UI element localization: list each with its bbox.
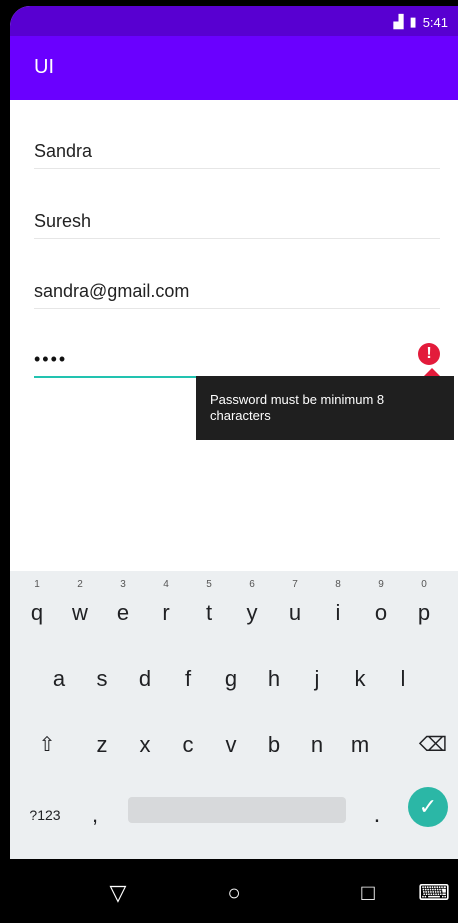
keyboard-switch-icon[interactable]: ⌨ <box>414 873 454 913</box>
key-b[interactable]: b <box>255 721 293 769</box>
tooltip-arrow <box>424 368 440 376</box>
battery-icon: ▮ <box>409 14 417 29</box>
status-bar: ▟ ▮ 5:41 <box>10 6 458 36</box>
email-value: sandra@gmail.com <box>34 281 190 301</box>
back-icon[interactable]: ▽ <box>98 873 138 913</box>
period-key[interactable]: . <box>362 791 392 839</box>
key-h[interactable]: h <box>255 655 293 703</box>
key-z[interactable]: z <box>83 721 121 769</box>
check-icon[interactable]: ✓ <box>408 787 448 827</box>
key-m[interactable]: m <box>341 721 379 769</box>
space-bar[interactable] <box>128 797 346 823</box>
first-name-value: Sandra <box>34 141 93 161</box>
key-x[interactable]: x <box>126 721 164 769</box>
key-n[interactable]: n <box>298 721 336 769</box>
key-g[interactable]: g <box>212 655 250 703</box>
status-time: 5:41 <box>422 14 448 30</box>
keyboard-row-3: ⇧ z x c v b n m ⌫ <box>10 721 458 775</box>
key-d[interactable]: d <box>126 655 164 703</box>
key-c[interactable]: c <box>169 721 207 769</box>
key-p[interactable]: 0p <box>405 579 443 637</box>
navigation-bar: ▽ ○ □ ⌨ <box>10 859 458 923</box>
password-value: •••• <box>34 349 68 369</box>
keyboard-row-1: 1q 2w 3e 4r 5t 6y 7u 8i 9o 0p <box>10 579 458 643</box>
app-title: UI <box>34 56 54 78</box>
first-name-field[interactable]: Sandra <box>34 128 440 169</box>
key-s[interactable]: s <box>83 655 121 703</box>
key-k[interactable]: k <box>341 655 379 703</box>
key-e[interactable]: 3e <box>104 579 142 637</box>
comma-key[interactable]: , <box>80 791 110 839</box>
email-field[interactable]: sandra@gmail.com <box>34 268 440 309</box>
keyboard-row-4: ?123 , . ✓ <box>10 787 458 845</box>
key-r[interactable]: 4r <box>147 579 185 637</box>
signal-icon: ▟ <box>393 14 404 29</box>
home-icon[interactable]: ○ <box>214 873 254 913</box>
last-name-field[interactable]: Suresh <box>34 198 440 239</box>
key-w[interactable]: 2w <box>61 579 99 637</box>
key-t[interactable]: 5t <box>190 579 228 637</box>
key-u[interactable]: 7u <box>276 579 314 637</box>
device-screen: ▟ ▮ 5:41 UI Sandra Suresh sandra@gmail.c… <box>10 6 458 923</box>
password-field[interactable]: •••• ! <box>34 336 440 378</box>
recents-icon[interactable]: □ <box>348 873 388 913</box>
keyboard-row-2: a s d f g h j k l <box>10 655 458 709</box>
key-l[interactable]: l <box>384 655 422 703</box>
backspace-key[interactable]: ⌫ <box>414 721 452 769</box>
app-bar: UI <box>10 36 458 100</box>
key-a[interactable]: a <box>40 655 78 703</box>
key-y[interactable]: 6y <box>233 579 271 637</box>
error-icon: ! <box>418 343 440 365</box>
symbols-key[interactable]: ?123 <box>18 791 72 839</box>
key-o[interactable]: 9o <box>362 579 400 637</box>
password-error-text: Password must be minimum 8 characters <box>210 392 385 423</box>
status-icons: ▟ ▮ 5:41 <box>394 14 448 30</box>
key-j[interactable]: j <box>298 655 336 703</box>
last-name-value: Suresh <box>34 211 92 231</box>
key-v[interactable]: v <box>212 721 250 769</box>
key-f[interactable]: f <box>169 655 207 703</box>
error-tooltip: Password must be minimum 8 characters <box>196 368 454 440</box>
shift-key[interactable]: ⇧ <box>28 721 66 769</box>
on-screen-keyboard: 1q 2w 3e 4r 5t 6y 7u 8i 9o 0p a s d f g … <box>10 571 458 859</box>
key-q[interactable]: 1q <box>18 579 56 637</box>
key-i[interactable]: 8i <box>319 579 357 637</box>
